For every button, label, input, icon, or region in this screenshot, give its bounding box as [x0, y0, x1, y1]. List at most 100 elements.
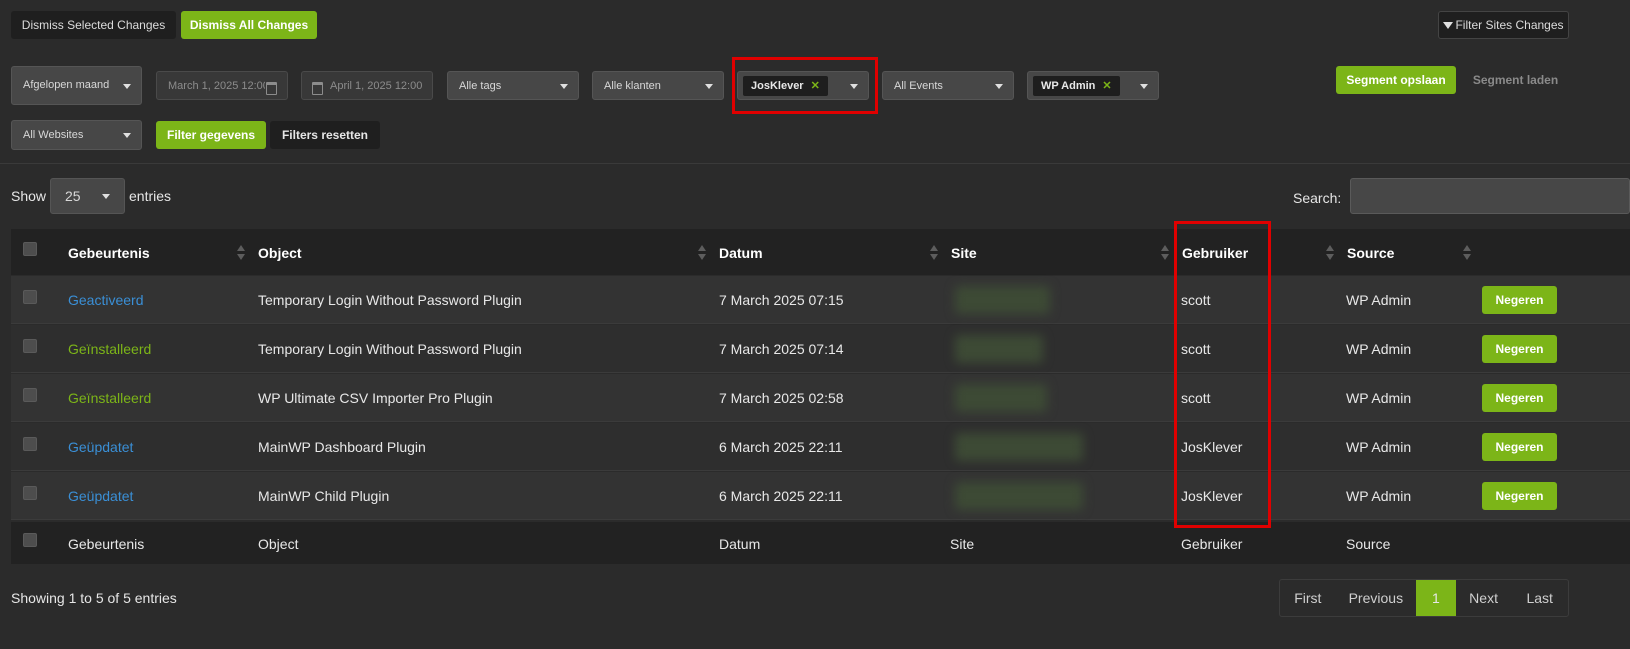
select-all-checkbox-footer[interactable]: [23, 533, 37, 547]
row-checkbox[interactable]: [23, 388, 37, 402]
footer-date: Datum: [719, 536, 761, 552]
row-checkbox[interactable]: [23, 290, 37, 304]
row-checkbox[interactable]: [23, 437, 37, 451]
date-cell: 6 March 2025 22:11: [719, 488, 843, 504]
site-cell-redacted: [955, 384, 1047, 412]
date-from-input[interactable]: March 1, 2025 12:00: [156, 71, 288, 100]
events-select-value: All Events: [894, 79, 943, 92]
calendar-icon: [266, 82, 277, 95]
source-cell: WP Admin: [1346, 439, 1412, 455]
sort-icon[interactable]: [237, 245, 245, 261]
tags-select-value: Alle tags: [459, 79, 502, 92]
pagination-first[interactable]: First: [1280, 580, 1336, 616]
show-label: Show: [11, 188, 47, 204]
ignore-button[interactable]: Negeren: [1482, 286, 1557, 314]
object-cell: Temporary Login Without Password Plugin: [258, 341, 522, 357]
remove-chip-icon[interactable]: ✕: [1102, 79, 1111, 92]
sort-icon[interactable]: [698, 245, 706, 261]
column-header-source[interactable]: Source: [1347, 245, 1394, 261]
row-checkbox[interactable]: [23, 486, 37, 500]
date-cell: 6 March 2025 22:11: [719, 439, 843, 455]
ignore-button[interactable]: Negeren: [1482, 335, 1557, 363]
footer-site: Site: [950, 536, 975, 552]
object-cell: MainWP Dashboard Plugin: [258, 439, 426, 455]
sort-icon[interactable]: [1161, 245, 1169, 261]
sort-icon[interactable]: [930, 245, 938, 261]
period-select[interactable]: Afgelopen maand: [11, 66, 142, 105]
site-cell-redacted: [955, 482, 1083, 510]
source-filter-chip: WP Admin ✕: [1033, 75, 1120, 96]
column-header-event[interactable]: Gebeurtenis: [68, 245, 150, 261]
page-length-value: 25: [65, 188, 81, 204]
object-cell: WP Ultimate CSV Importer Pro Plugin: [258, 390, 493, 406]
object-cell: MainWP Child Plugin: [258, 488, 390, 504]
date-cell: 7 March 2025 07:15: [719, 292, 844, 308]
chevron-down-icon: [102, 194, 110, 199]
chevron-down-icon: [705, 83, 713, 89]
event-link[interactable]: Geïnstalleerd: [68, 341, 151, 357]
pagination-previous[interactable]: Previous: [1336, 580, 1416, 616]
period-select-value: Afgelopen maand: [23, 79, 110, 91]
search-label: Search:: [1293, 190, 1342, 206]
pagination-next[interactable]: Next: [1456, 580, 1512, 616]
ignore-button[interactable]: Negeren: [1482, 482, 1557, 510]
source-cell: WP Admin: [1346, 292, 1412, 308]
sort-icon[interactable]: [1326, 245, 1334, 261]
filter-sites-changes-button[interactable]: Filter Sites Changes: [1438, 11, 1569, 39]
dismiss-all-button[interactable]: Dismiss All Changes: [181, 11, 317, 39]
row-checkbox[interactable]: [23, 339, 37, 353]
footer-user: Gebruiker: [1181, 536, 1243, 552]
table-info: Showing 1 to 5 of 5 entries: [11, 590, 177, 606]
column-header-date[interactable]: Datum: [719, 245, 763, 261]
tags-select[interactable]: Alle tags: [447, 71, 579, 100]
ignore-button[interactable]: Negeren: [1482, 384, 1557, 412]
source-filter-chip-label: WP Admin: [1041, 79, 1096, 92]
events-select[interactable]: All Events: [882, 71, 1014, 100]
event-link[interactable]: Geüpdatet: [68, 439, 133, 455]
pagination-current-page[interactable]: 1: [1416, 580, 1456, 616]
column-header-object[interactable]: Object: [258, 245, 302, 261]
chevron-down-icon: [123, 83, 131, 89]
clients-select[interactable]: Alle klanten: [592, 71, 724, 100]
site-cell-redacted: [955, 433, 1083, 461]
date-to-placeholder: April 1, 2025 12:00: [330, 79, 423, 92]
chevron-down-icon: [560, 83, 568, 89]
source-select[interactable]: WP Admin ✕: [1027, 71, 1159, 100]
filter-icon: [1443, 21, 1454, 29]
column-header-site[interactable]: Site: [951, 245, 977, 261]
segment-save-button[interactable]: Segment opslaan: [1336, 66, 1456, 94]
calendar-icon: [312, 82, 323, 95]
date-to-input[interactable]: April 1, 2025 12:00: [301, 71, 433, 100]
chevron-down-icon: [1140, 83, 1148, 89]
clients-select-value: Alle klanten: [604, 79, 661, 92]
page-length-select[interactable]: 25: [50, 178, 125, 214]
event-link[interactable]: Geactiveerd: [68, 292, 143, 308]
user-filter-highlight: [732, 57, 878, 114]
event-link[interactable]: Geüpdatet: [68, 488, 133, 504]
object-cell: Temporary Login Without Password Plugin: [258, 292, 522, 308]
site-cell-redacted: [955, 286, 1050, 314]
websites-select-value: All Websites: [23, 129, 84, 141]
footer-event: Gebeurtenis: [68, 536, 145, 552]
websites-select[interactable]: All Websites: [11, 120, 142, 150]
entries-label: entries: [129, 188, 172, 204]
ignore-button[interactable]: Negeren: [1482, 433, 1557, 461]
chevron-down-icon: [123, 133, 131, 138]
filter-sites-changes-label: Filter Sites Changes: [1455, 18, 1564, 32]
filter-data-button[interactable]: Filter gegevens: [156, 121, 266, 149]
search-input[interactable]: [1350, 178, 1630, 214]
date-cell: 7 March 2025 02:58: [719, 390, 844, 406]
sort-icon[interactable]: [1463, 245, 1471, 261]
select-all-checkbox[interactable]: [23, 242, 37, 256]
date-from-placeholder: March 1, 2025 12:00: [168, 79, 265, 92]
reset-filters-button[interactable]: Filters resetten: [270, 121, 380, 149]
segment-load-button[interactable]: Segment laden: [1462, 66, 1569, 94]
event-link[interactable]: Geïnstalleerd: [68, 390, 151, 406]
source-cell: WP Admin: [1346, 488, 1412, 504]
pagination-last[interactable]: Last: [1511, 580, 1568, 616]
footer-object: Object: [258, 536, 299, 552]
footer-source: Source: [1346, 536, 1391, 552]
user-column-highlight: [1174, 221, 1271, 528]
dismiss-selected-button[interactable]: Dismiss Selected Changes: [11, 11, 176, 39]
site-cell-redacted: [955, 335, 1043, 363]
